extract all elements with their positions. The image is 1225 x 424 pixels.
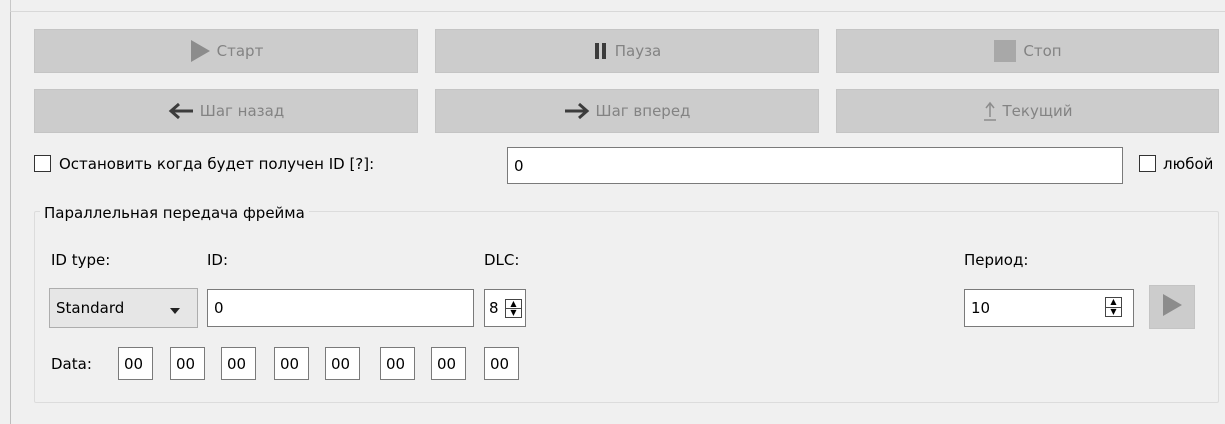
start-button-label: Старт bbox=[216, 42, 264, 60]
dlc-stepper[interactable]: ▲ ▼ bbox=[505, 299, 522, 318]
step-forward-button[interactable]: Шаг вперед bbox=[435, 89, 819, 133]
any-id-label: любой bbox=[1163, 155, 1214, 173]
spin-down-icon[interactable]: ▼ bbox=[506, 308, 521, 317]
pause-button[interactable]: Пауза bbox=[435, 29, 819, 73]
step-back-button[interactable]: Шаг назад bbox=[34, 89, 418, 133]
chevron-down-icon bbox=[169, 302, 181, 320]
data-byte-input[interactable]: 00 bbox=[118, 347, 153, 380]
arrow-left-icon bbox=[168, 102, 194, 120]
data-byte-value: 00 bbox=[386, 354, 406, 373]
dlc-label: DLC: bbox=[484, 251, 520, 269]
data-byte-input[interactable]: 00 bbox=[325, 347, 360, 380]
id-type-label: ID type: bbox=[51, 251, 111, 269]
stop-on-id-input[interactable]: 0 bbox=[507, 147, 1123, 184]
period-value: 10 bbox=[971, 299, 991, 317]
arrow-up-icon bbox=[983, 101, 997, 121]
id-input[interactable]: 0 bbox=[207, 289, 474, 327]
data-byte-input[interactable]: 00 bbox=[431, 347, 466, 380]
top-panel-edge bbox=[10, 0, 1225, 12]
stop-icon bbox=[993, 39, 1017, 63]
pause-button-label: Пауза bbox=[614, 42, 662, 60]
data-byte-value: 00 bbox=[280, 354, 300, 373]
data-byte-input[interactable]: 00 bbox=[380, 347, 415, 380]
spin-down-icon[interactable]: ▼ bbox=[1106, 306, 1121, 317]
stop-button-label: Стоп bbox=[1023, 42, 1062, 60]
data-byte-value: 00 bbox=[331, 354, 351, 373]
current-button-label: Текущий bbox=[1002, 102, 1073, 120]
data-byte-value: 00 bbox=[124, 354, 144, 373]
data-byte-input[interactable]: 00 bbox=[274, 347, 309, 380]
play-icon bbox=[189, 39, 211, 63]
id-label: ID: bbox=[207, 251, 229, 269]
spin-up-icon[interactable]: ▲ bbox=[506, 300, 521, 308]
step-back-label: Шаг назад bbox=[199, 102, 285, 120]
step-forward-label: Шаг вперед bbox=[595, 102, 691, 120]
window-left-border bbox=[10, 0, 11, 424]
period-label: Период: bbox=[964, 251, 1029, 269]
id-type-value: Standard bbox=[56, 299, 125, 317]
arrow-right-icon bbox=[564, 102, 590, 120]
data-byte-value: 00 bbox=[490, 354, 510, 373]
id-type-select[interactable]: Standard bbox=[49, 288, 198, 328]
data-byte-input[interactable]: 00 bbox=[170, 347, 205, 380]
current-button[interactable]: Текущий bbox=[836, 89, 1219, 133]
id-value: 0 bbox=[214, 299, 224, 317]
parallel-frame-title: Параллельная передача фрейма bbox=[40, 204, 309, 222]
data-byte-input[interactable]: 00 bbox=[484, 347, 519, 380]
spin-up-icon[interactable]: ▲ bbox=[1106, 298, 1121, 307]
stop-button[interactable]: Стоп bbox=[836, 29, 1219, 73]
data-byte-value: 00 bbox=[437, 354, 457, 373]
stop-on-id-label: Остановить когда будет получен ID [?]: bbox=[59, 155, 375, 173]
send-frame-button[interactable] bbox=[1149, 285, 1195, 329]
any-id-checkbox[interactable] bbox=[1139, 155, 1156, 172]
data-label: Data: bbox=[51, 355, 92, 373]
pause-icon bbox=[593, 41, 609, 61]
start-button[interactable]: Старт bbox=[34, 29, 418, 73]
data-byte-value: 00 bbox=[176, 354, 196, 373]
stop-on-id-checkbox[interactable] bbox=[34, 155, 51, 172]
stop-on-id-value: 0 bbox=[514, 156, 524, 175]
period-stepper[interactable]: ▲ ▼ bbox=[1105, 297, 1122, 317]
play-icon bbox=[1160, 292, 1184, 322]
data-byte-value: 00 bbox=[227, 354, 247, 373]
dlc-value: 8 bbox=[489, 299, 499, 317]
data-byte-input[interactable]: 00 bbox=[221, 347, 256, 380]
